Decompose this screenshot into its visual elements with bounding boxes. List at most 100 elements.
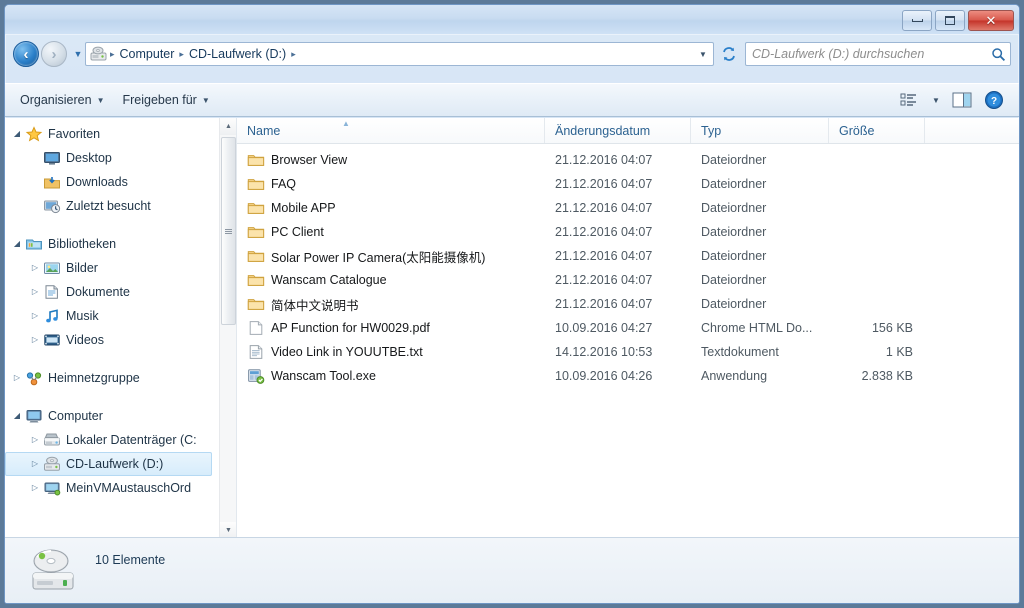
sidebar-item-zuletzt-besucht[interactable]: Zuletzt besucht (5, 194, 236, 218)
file-name-label: Wanscam Catalogue (271, 273, 387, 287)
chevron-down-icon: ▼ (96, 95, 105, 105)
search-input[interactable] (750, 46, 991, 62)
table-row[interactable]: PC Client 21.12.2016 04:07 Dateiordner (237, 220, 1019, 244)
explorer-window: ✕ ‹ › ▼ ▸ Computer ▸ CD-Laufwerk (D:) ▸ … (4, 4, 1020, 604)
share-with-button[interactable]: Freigeben für ▼ (114, 87, 219, 113)
sidebar-item-label: Lokaler Datenträger (C: (66, 433, 197, 447)
folder-icon (247, 272, 265, 288)
recent-pages-button[interactable]: ▼ (71, 41, 85, 67)
network-drive-icon (43, 480, 61, 496)
sidebar-item-videos[interactable]: ▷ Videos (5, 328, 236, 352)
sidebar-item-lokaler-datentr-ger-c[interactable]: ▷ Lokaler Datenträger (C: (5, 428, 236, 452)
expander-closed-icon[interactable]: ▷ (27, 264, 43, 272)
sidebar-item-cd-laufwerk-d[interactable]: ▷ CD-Laufwerk (D:) (5, 452, 212, 476)
column-header-type[interactable]: Typ (691, 118, 829, 143)
address-bar[interactable]: ▸ Computer ▸ CD-Laufwerk (D:) ▸ ▼ (85, 42, 714, 66)
expander-open-icon[interactable]: ◢ (9, 240, 25, 248)
homegroup-icon (25, 370, 43, 386)
breadcrumb-item-computer[interactable]: Computer (116, 45, 179, 63)
refresh-button[interactable] (717, 42, 741, 66)
back-button[interactable]: ‹ (13, 41, 39, 67)
expander-open-icon[interactable]: ◢ (9, 130, 25, 138)
desktop-icon (43, 150, 61, 166)
sidebar-item-label: Downloads (66, 175, 128, 189)
table-row[interactable]: Browser View 21.12.2016 04:07 Dateiordner (237, 148, 1019, 172)
sidebar-item-computer[interactable]: ◢ Computer (5, 404, 236, 428)
sidebar-item-bilder[interactable]: ▷ Bilder (5, 256, 236, 280)
navigation-scrollbar[interactable]: ▲ ▼ (219, 118, 236, 539)
table-row[interactable]: Wanscam Tool.exe 10.09.2016 04:26 Anwendun… (237, 364, 1019, 388)
forward-button[interactable]: › (41, 41, 67, 67)
file-date-cell: 21.12.2016 04:07 (555, 153, 653, 167)
file-type-cell: Dateiordner (701, 177, 767, 191)
file-name-label: Mobile APP (271, 201, 336, 215)
expander-closed-icon[interactable]: ▷ (9, 374, 25, 382)
sidebar-item-label: Computer (48, 409, 103, 423)
expander-closed-icon[interactable]: ▷ (27, 484, 43, 492)
window-controls: ✕ (902, 10, 1014, 31)
preview-pane-button[interactable] (947, 87, 977, 113)
expander-closed-icon[interactable]: ▷ (27, 436, 43, 444)
change-view-button[interactable] (895, 87, 925, 113)
search-box[interactable] (745, 42, 1011, 66)
file-name-cell: Solar Power IP Camera(太阳能摄像机) (237, 247, 545, 266)
documents-icon (43, 284, 61, 300)
help-button[interactable]: ? (979, 87, 1009, 113)
expander-closed-icon[interactable]: ▷ (27, 460, 43, 468)
table-row[interactable]: Solar Power IP Camera(太阳能摄像机) 21.12.2016 … (237, 244, 1019, 268)
folder-icon (247, 248, 265, 264)
sidebar-item-musik[interactable]: ▷ Musik (5, 304, 236, 328)
table-row[interactable]: AP Function for HW0029.pdf 10.09.2016 04:… (237, 316, 1019, 340)
address-dropdown-button[interactable]: ▼ (695, 43, 711, 65)
column-label: Änderungsdatum (555, 123, 651, 138)
file-name-cell: PC Client (237, 224, 545, 240)
column-header-date[interactable]: Änderungsdatum (545, 118, 691, 143)
help-icon: ? (985, 91, 1003, 109)
title-bar: ✕ (5, 5, 1019, 35)
sidebar-item-desktop[interactable]: Desktop (5, 146, 236, 170)
scroll-up-button[interactable]: ▲ (220, 118, 236, 135)
music-icon (43, 308, 61, 324)
table-row[interactable]: Video Link in YOUUTBE.txt 14.12.2016 10:5… (237, 340, 1019, 364)
chevron-down-icon: ▼ (73, 49, 83, 59)
column-header-name[interactable]: Name ▲ (237, 118, 545, 143)
file-name-label: Solar Power IP Camera(太阳能摄像机) (271, 250, 486, 265)
column-header-size[interactable]: Größe (829, 118, 925, 143)
search-icon (992, 47, 1006, 61)
explorer-body: ◢ Favoriten Desktop Downloads Zuletzt besuch… (5, 118, 1019, 539)
toolbar-right-group: ▼ ? (895, 87, 1013, 113)
table-row[interactable]: 简体中文说明书 21.12.2016 04:07 Dateiordner (237, 292, 1019, 316)
close-button[interactable]: ✕ (968, 10, 1014, 31)
sort-ascending-icon: ▲ (342, 119, 350, 128)
videos-icon (43, 332, 61, 348)
table-row[interactable]: FAQ 21.12.2016 04:07 Dateiordner (237, 172, 1019, 196)
sidebar-item-downloads[interactable]: Downloads (5, 170, 236, 194)
expander-closed-icon[interactable]: ▷ (27, 312, 43, 320)
file-type-cell: Dateiordner (701, 153, 767, 167)
table-row[interactable]: Wanscam Catalogue 21.12.2016 04:07 Dateior… (237, 268, 1019, 292)
file-name-label: Wanscam Tool.exe (271, 369, 376, 383)
sidebar-item-heimnetzgruppe[interactable]: ▷ Heimnetzgruppe (5, 366, 236, 390)
breadcrumb-item-cd-drive[interactable]: CD-Laufwerk (D:) (185, 45, 290, 63)
sidebar-item-meinvmaustauschord[interactable]: ▷ MeinVMAustauschOrd (5, 476, 236, 500)
change-view-dropdown[interactable]: ▼ (927, 87, 945, 113)
expander-closed-icon[interactable]: ▷ (27, 288, 43, 296)
organize-button[interactable]: Organisieren ▼ (11, 87, 114, 113)
triangle-down-icon: ▼ (225, 527, 232, 534)
sidebar-item-favoriten[interactable]: ◢ Favoriten (5, 122, 236, 146)
sidebar-item-label: Dokumente (66, 285, 130, 299)
column-header-filler (925, 118, 1019, 143)
expander-closed-icon[interactable]: ▷ (27, 336, 43, 344)
minimize-button[interactable] (902, 10, 932, 31)
maximize-button[interactable] (935, 10, 965, 31)
pictures-icon (43, 260, 61, 276)
navigation-pane: ◢ Favoriten Desktop Downloads Zuletzt besuch… (5, 118, 237, 539)
file-date-cell: 21.12.2016 04:07 (555, 297, 653, 311)
table-row[interactable]: Mobile APP 21.12.2016 04:07 Dateiordner (237, 196, 1019, 220)
sidebar-item-label: MeinVMAustauschOrd (66, 481, 192, 495)
expander-open-icon[interactable]: ◢ (9, 412, 25, 420)
scrollbar-thumb[interactable] (221, 137, 236, 325)
sidebar-item-label: Bilder (66, 261, 98, 275)
sidebar-item-bibliotheken[interactable]: ◢ Bibliotheken (5, 232, 236, 256)
sidebar-item-dokumente[interactable]: ▷ Dokumente (5, 280, 236, 304)
